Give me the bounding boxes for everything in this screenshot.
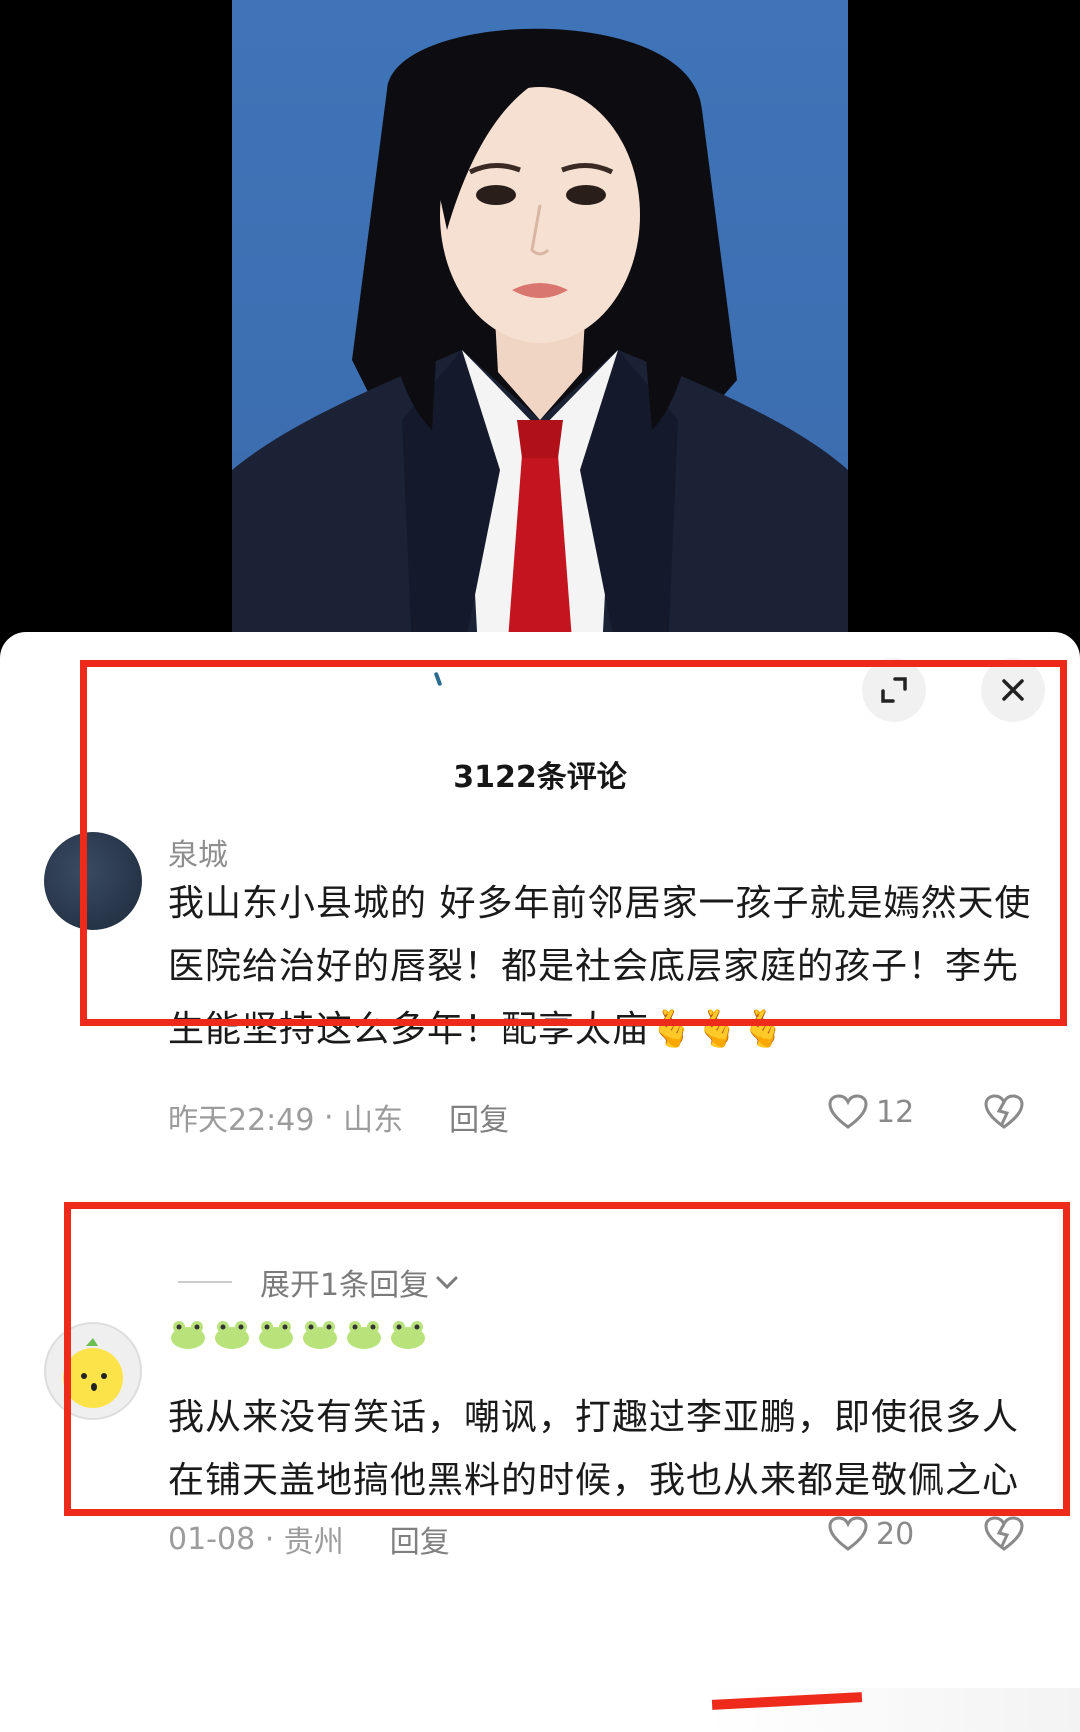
- meta-separator: ·: [314, 1099, 344, 1135]
- cropped-bottom-content: [704, 1688, 1080, 1732]
- comment-time: 01-08: [168, 1521, 256, 1557]
- reply-button[interactable]: 回复: [449, 1095, 509, 1139]
- comment-location: 贵州: [283, 1525, 344, 1560]
- broken-heart-icon: [984, 1516, 1024, 1551]
- heart-icon: [828, 1516, 868, 1551]
- portrait-illustration: [232, 28, 848, 650]
- comment-time: 昨天22:49: [168, 1103, 315, 1138]
- dislike-button[interactable]: [984, 1516, 1024, 1560]
- like-button[interactable]: 12: [828, 1094, 914, 1130]
- like-button[interactable]: 20: [828, 1516, 914, 1552]
- reply-button[interactable]: 回复: [390, 1517, 450, 1561]
- like-count: 12: [876, 1094, 915, 1130]
- heart-icon: [828, 1094, 868, 1129]
- comment-meta: 昨天22:49 · 山东 回复 12: [168, 1094, 1038, 1140]
- comment-meta: 01-08 · 贵州 回复 20: [168, 1516, 1038, 1562]
- dislike-button[interactable]: [984, 1094, 1024, 1138]
- meta-separator: ·: [255, 1521, 284, 1557]
- profile-photo: [232, 0, 848, 650]
- like-count: 20: [876, 1516, 915, 1552]
- comment-location: 山东: [343, 1103, 404, 1138]
- highlight-box: [80, 660, 1067, 1026]
- broken-heart-icon: [984, 1094, 1024, 1129]
- highlight-box: [64, 1202, 1070, 1516]
